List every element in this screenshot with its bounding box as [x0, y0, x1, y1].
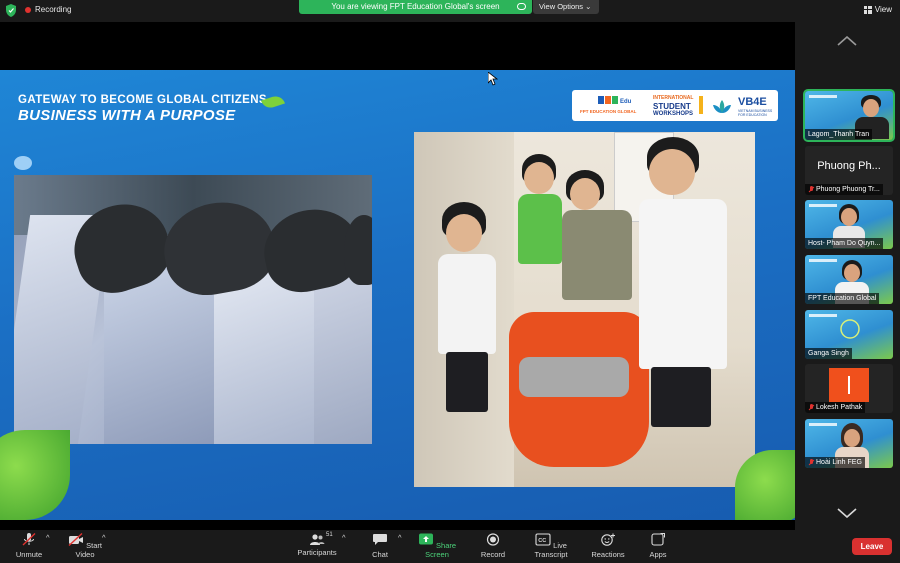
orange-logo-icon	[829, 368, 869, 402]
mic-muted-icon	[808, 186, 814, 193]
isw-logo-bar	[699, 96, 703, 114]
participant-tile-6[interactable]: Lokesh Pathak	[805, 364, 893, 413]
top-bar: Recording You are viewing FPT Education …	[0, 0, 900, 22]
svg-text:CC: CC	[538, 538, 546, 544]
shared-screen[interactable]: GATEWAY TO BECOME GLOBAL CITIZENS BUSINE…	[0, 22, 795, 530]
participants-button[interactable]: 51 Participants	[295, 532, 339, 557]
chat-button[interactable]: Chat	[366, 533, 394, 559]
participant-tile-1[interactable]: Lagom_Thanh Tran	[803, 89, 895, 142]
smiley-plus-icon	[601, 533, 615, 546]
participants-count: 51	[326, 532, 333, 538]
view-options-label: View Options	[539, 2, 584, 11]
view-label: View	[874, 5, 892, 14]
presentation-slide: GATEWAY TO BECOME GLOBAL CITIZENS BUSINE…	[0, 70, 795, 520]
slide-title-line1: GATEWAY TO BECOME GLOBAL CITIZENS	[18, 94, 267, 106]
participant-name: Host- Pham Do Quyn...	[805, 238, 884, 249]
chat-icon	[373, 534, 387, 545]
vb4e-logo-text: VB4E	[738, 96, 767, 108]
recording-dot-icon	[25, 6, 31, 13]
isw-logo-line2: STUDENT	[653, 102, 691, 111]
svg-text:Edu: Edu	[620, 99, 632, 105]
participant-name: FPT Education Global	[805, 293, 880, 304]
slide-title-line2: BUSINESS WITH A PURPOSE	[18, 107, 236, 124]
shield-icon[interactable]	[6, 4, 16, 17]
meeting-toolbar: Unmute ^ Start Video ^ 51 Participants ^…	[0, 530, 900, 563]
participant-tile-7[interactable]: Hoài Linh FEG	[805, 419, 893, 468]
participant-name: Lagom_Thanh Tran	[805, 129, 873, 140]
record-icon	[486, 533, 500, 546]
record-label: Record	[480, 550, 506, 559]
leaf-decoration-left	[0, 430, 70, 520]
participant-name: Ganga Singh	[805, 348, 852, 359]
reactions-button[interactable]: Reactions	[588, 533, 628, 559]
unmute-button[interactable]: Unmute	[12, 532, 46, 559]
fpt-logo-text: FPT EDUCATION GLOBAL	[580, 109, 637, 114]
reactions-label: Reactions	[591, 550, 625, 559]
participant-name: Hoài Linh FEG	[805, 457, 865, 468]
participant-name: Lokesh Pathak	[805, 402, 866, 413]
recording-indicator[interactable]: Recording	[25, 5, 71, 14]
recording-label: Recording	[35, 5, 72, 14]
view-options-button[interactable]: View Options ⌄	[533, 0, 599, 14]
share-screen-button[interactable]: Share Screen	[412, 533, 462, 559]
vb4e-logo-subtext: VIETNAM BUSINESS FOR EDUCATION	[738, 109, 773, 117]
participants-label: Participants	[297, 548, 337, 557]
apps-icon	[651, 533, 665, 546]
chevron-down-icon: ⌄	[585, 2, 592, 11]
partner-logos: Edu FPT EDUCATION GLOBAL INTERNATIONAL S…	[572, 90, 778, 121]
mouse-cursor-icon	[488, 72, 498, 86]
apps-label: Apps	[649, 550, 667, 559]
mic-muted-icon	[22, 532, 36, 546]
lotus-logo-icon	[713, 100, 731, 113]
participant-tile-3[interactable]: Host- Pham Do Quyn...	[805, 200, 893, 249]
participant-tile-5[interactable]: Ganga Singh	[805, 310, 893, 359]
chevron-down-icon[interactable]	[837, 508, 857, 518]
viewing-banner-text: You are viewing FPT Education Global's s…	[331, 2, 500, 11]
unmute-label: Unmute	[15, 550, 43, 559]
participant-display-name: Phuong Ph...	[817, 160, 881, 172]
mic-muted-icon	[808, 404, 814, 411]
live-transcript-button[interactable]: CC Live Transcript	[522, 533, 580, 559]
viewing-banner: You are viewing FPT Education Global's s…	[299, 0, 532, 14]
video-off-icon	[68, 532, 84, 547]
closed-caption-icon: CC	[535, 533, 551, 546]
participant-tile-4[interactable]: FPT Education Global	[805, 255, 893, 304]
circle-logo-icon	[840, 319, 860, 339]
view-button[interactable]: View	[863, 5, 892, 14]
video-options-caret[interactable]: ^	[102, 533, 106, 542]
chat-options-caret[interactable]: ^	[398, 533, 402, 542]
cloud-icon	[517, 3, 526, 10]
mic-muted-icon	[808, 459, 814, 466]
zoom-meeting-window: Recording You are viewing FPT Education …	[0, 0, 900, 563]
chevron-up-icon[interactable]	[837, 36, 857, 46]
share-screen-icon	[418, 533, 433, 545]
participant-tile-2[interactable]: Phuong Ph... Phuong Phuong Tr...	[805, 146, 893, 195]
participant-gallery: Lagom_Thanh Tran Phuong Ph... Phuong Phu…	[795, 22, 900, 530]
participant-name: Phuong Phuong Tr...	[805, 184, 883, 195]
apps-button[interactable]: Apps	[644, 533, 672, 559]
chat-label: Chat	[372, 550, 388, 559]
participants-icon	[310, 534, 325, 545]
fpt-logo-icon: Edu	[598, 96, 632, 105]
record-button[interactable]: Record	[476, 533, 510, 559]
shirts-photo	[14, 175, 372, 444]
leave-button[interactable]: Leave	[852, 538, 892, 555]
isw-logo-line3: WORKSHOPS	[653, 111, 694, 117]
children-donation-photo	[414, 132, 755, 487]
audio-options-caret[interactable]: ^	[46, 533, 50, 542]
grid-view-icon	[863, 5, 872, 14]
isw-logo-line1: INTERNATIONAL	[653, 95, 694, 101]
participants-options-caret[interactable]: ^	[342, 533, 346, 542]
water-splash-decoration	[14, 156, 32, 170]
